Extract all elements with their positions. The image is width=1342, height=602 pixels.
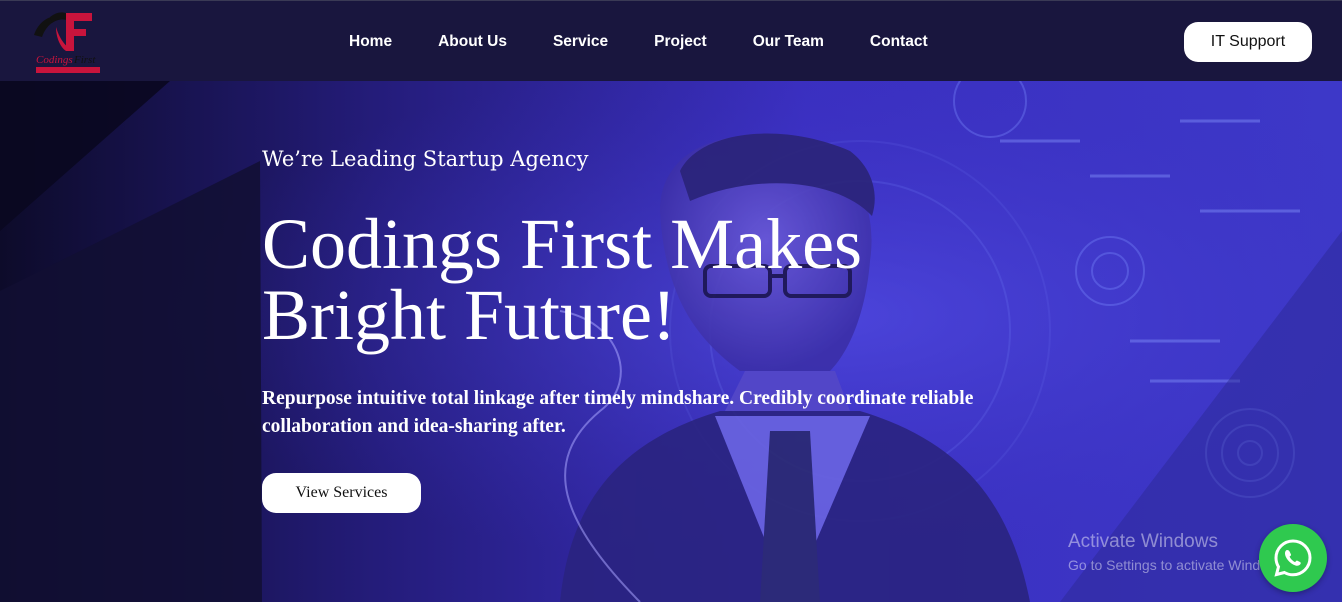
nav-project[interactable]: Project: [631, 33, 730, 51]
view-services-button[interactable]: View Services: [262, 473, 421, 513]
nav-contact[interactable]: Contact: [847, 33, 951, 51]
svg-text:Codings: Codings: [36, 54, 73, 66]
hero-headline: Codings First Makes Bright Future!: [262, 204, 863, 355]
navbar: Codings First Home About Us Service Proj…: [0, 0, 1342, 81]
hero-section: We’re Leading Startup Agency Codings Fir…: [0, 81, 1342, 602]
hero-description: Repurpose intuitive total linkage after …: [262, 388, 974, 437]
logo-icon: Codings First: [34, 12, 100, 73]
nav-about-us[interactable]: About Us: [415, 33, 530, 51]
hero-eyebrow: We’re Leading Startup Agency: [262, 147, 589, 171]
logo[interactable]: Codings First: [30, 7, 104, 75]
whatsapp-button[interactable]: [1259, 524, 1327, 592]
nav-service[interactable]: Service: [530, 33, 631, 51]
whatsapp-icon: [1274, 539, 1312, 577]
it-support-button[interactable]: IT Support: [1184, 22, 1312, 62]
main-nav: Home About Us Service Project Our Team C…: [326, 1, 951, 82]
nav-our-team[interactable]: Our Team: [730, 33, 847, 51]
svg-text:First: First: [73, 54, 96, 66]
nav-home[interactable]: Home: [326, 33, 415, 51]
